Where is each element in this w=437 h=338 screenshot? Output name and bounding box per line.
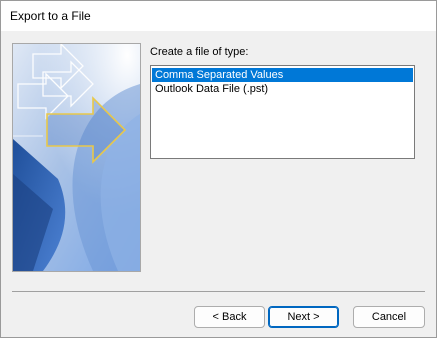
list-item-pst[interactable]: Outlook Data File (.pst) <box>152 82 413 96</box>
list-item-csv[interactable]: Comma Separated Values <box>152 68 413 82</box>
back-button[interactable]: < Back <box>194 306 265 328</box>
file-type-listbox[interactable]: Comma Separated Values Outlook Data File… <box>150 65 415 159</box>
file-type-label: Create a file of type: <box>150 46 249 58</box>
export-dialog: Export to a File Create a file of type: … <box>0 0 437 338</box>
window-title: Export to a File <box>10 9 91 23</box>
footer-divider <box>12 291 425 292</box>
banner-graphic <box>13 44 140 271</box>
wizard-banner-image <box>12 43 141 272</box>
cancel-button[interactable]: Cancel <box>353 306 425 328</box>
next-button[interactable]: Next > <box>268 306 339 328</box>
title-bar: Export to a File <box>1 1 436 31</box>
